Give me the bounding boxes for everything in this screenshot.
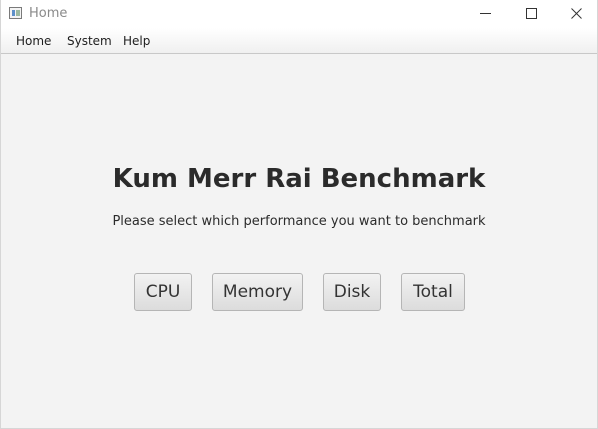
menu-bar: Home System Help (1, 28, 597, 54)
menu-help[interactable]: Help (121, 34, 152, 48)
maximize-button[interactable] (509, 0, 555, 28)
menu-system[interactable]: System (65, 34, 114, 48)
memory-benchmark-button[interactable]: Memory (212, 273, 303, 311)
close-icon (571, 8, 582, 19)
app-icon (9, 7, 22, 19)
title-bar[interactable]: Home (1, 0, 597, 28)
maximize-icon (526, 8, 537, 19)
app-window: Home Home System Help Kum Merr Rai Bench… (0, 0, 598, 429)
page-title: Kum Merr Rai Benchmark (112, 164, 486, 194)
cpu-benchmark-button[interactable]: CPU (134, 273, 192, 311)
total-benchmark-button[interactable]: Total (401, 273, 465, 311)
disk-benchmark-button[interactable]: Disk (323, 273, 381, 311)
menu-home[interactable]: Home (14, 34, 53, 48)
window-title: Home (29, 6, 68, 21)
close-button[interactable] (554, 0, 598, 28)
minimize-button[interactable] (463, 0, 509, 28)
minimize-icon (480, 13, 491, 14)
page-subtitle: Please select which performance you want… (112, 214, 486, 229)
